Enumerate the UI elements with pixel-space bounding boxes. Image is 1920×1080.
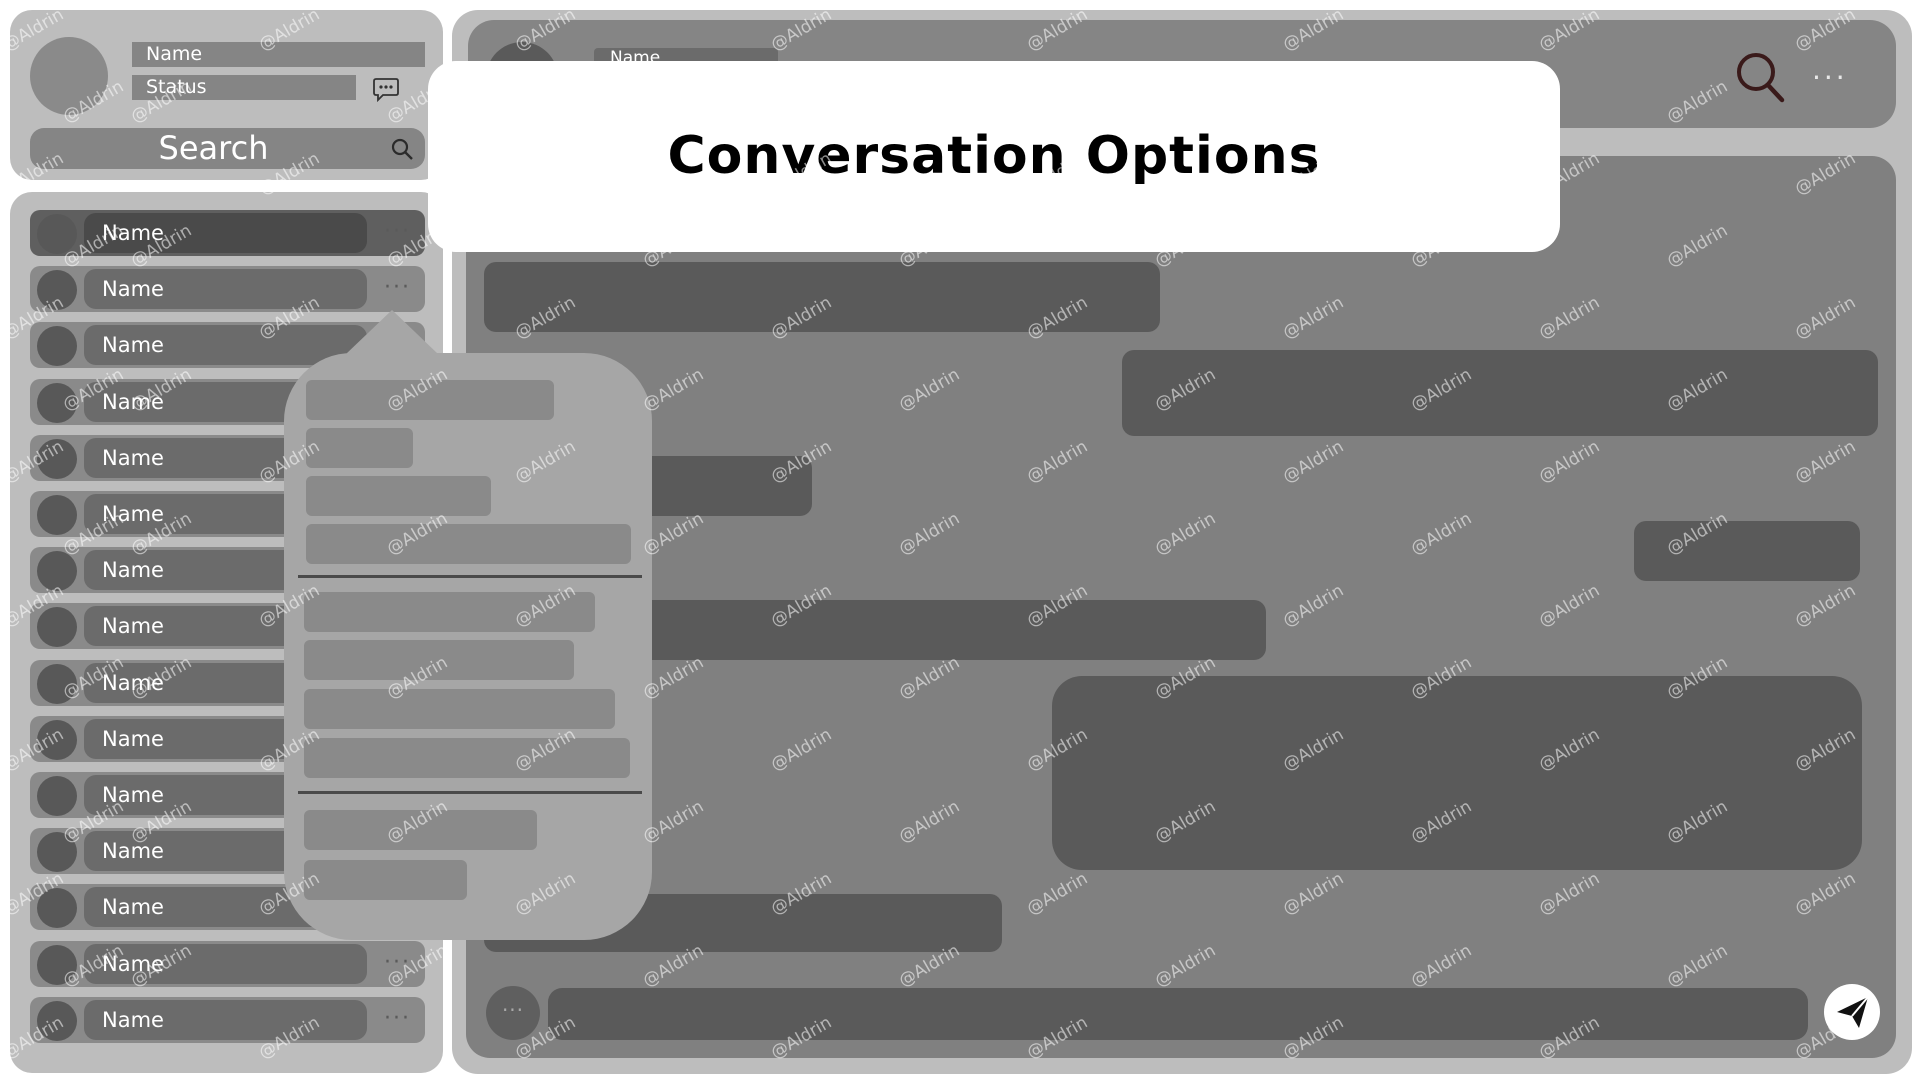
avatar: [37, 663, 77, 704]
menu-item[interactable]: [306, 380, 554, 420]
message-bubble[interactable]: [1052, 676, 1862, 870]
dialog-title: Conversation Options: [667, 126, 1321, 186]
avatar: [37, 270, 77, 311]
avatar: [37, 719, 77, 760]
conversation-options-dialog: Conversation Options: [428, 61, 1560, 252]
contact-row[interactable]: Name ···: [30, 940, 425, 987]
more-horizontal-icon[interactable]: ···: [1812, 64, 1862, 92]
avatar: [37, 607, 77, 648]
avatar: [37, 1000, 77, 1041]
menu-item[interactable]: [304, 810, 537, 850]
attachment-more-button[interactable]: ···: [486, 986, 540, 1040]
menu-item[interactable]: [304, 860, 467, 900]
more-horizontal-icon[interactable]: ···: [384, 277, 411, 299]
menu-item[interactable]: [304, 738, 630, 778]
message-bubble[interactable]: [1634, 521, 1860, 581]
chat-bubble-icon[interactable]: [371, 74, 401, 104]
popover-arrow: [346, 310, 438, 354]
contact-name: Name: [84, 943, 367, 984]
menu-item[interactable]: [306, 476, 491, 516]
contact-name: Name: [84, 213, 367, 253]
more-horizontal-icon[interactable]: ···: [384, 951, 411, 973]
search-icon[interactable]: [389, 136, 415, 162]
message-area: ···: [466, 156, 1896, 1058]
search-input[interactable]: Search: [30, 128, 425, 169]
avatar: [37, 944, 77, 985]
message-bubble[interactable]: [484, 262, 1160, 332]
avatar: [37, 551, 77, 592]
conversation-options-menu: [284, 353, 652, 940]
avatar: [37, 495, 77, 535]
contact-row[interactable]: Name ···: [30, 996, 425, 1043]
menu-item[interactable]: [304, 592, 595, 632]
avatar: [37, 776, 77, 816]
message-input[interactable]: [548, 988, 1808, 1040]
contact-row[interactable]: Name ···: [30, 210, 425, 256]
more-horizontal-icon[interactable]: ···: [384, 1007, 411, 1029]
avatar: [37, 214, 77, 254]
profile-avatar[interactable]: [30, 37, 108, 115]
menu-item[interactable]: [306, 524, 631, 564]
search-icon[interactable]: [1734, 50, 1788, 106]
send-button[interactable]: [1824, 984, 1880, 1040]
menu-divider: [298, 791, 642, 794]
contact-name: Name: [84, 999, 367, 1040]
profile-status[interactable]: Status: [132, 75, 356, 100]
profile-panel: Name Status Search: [10, 10, 443, 180]
profile-name: Name: [132, 42, 425, 67]
menu-item[interactable]: [304, 689, 615, 729]
avatar: [37, 888, 77, 929]
paper-plane-icon: [1837, 996, 1869, 1028]
message-bubble[interactable]: [1122, 350, 1878, 436]
contact-name: Name: [84, 269, 367, 310]
avatar: [37, 438, 77, 479]
search-label: Search: [158, 129, 269, 167]
menu-divider: [298, 575, 642, 578]
contact-row[interactable]: Name ···: [30, 266, 425, 313]
avatar: [37, 326, 77, 367]
menu-item[interactable]: [306, 428, 413, 468]
avatar: [37, 382, 77, 423]
avatar: [37, 832, 77, 873]
more-horizontal-icon[interactable]: ···: [384, 221, 411, 243]
menu-item[interactable]: [304, 640, 574, 680]
